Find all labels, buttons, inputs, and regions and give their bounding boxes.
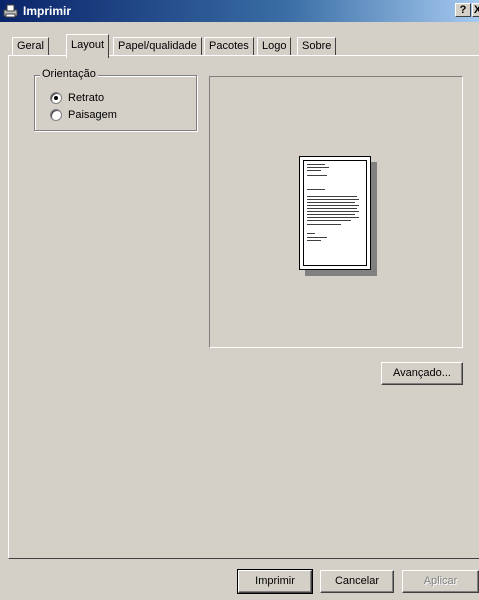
advanced-button[interactable]: Avançado...: [381, 362, 463, 385]
window-title: Imprimir: [23, 4, 72, 18]
print-button[interactable]: Imprimir: [237, 569, 313, 594]
tab-pacotes[interactable]: Pacotes: [204, 37, 254, 56]
radio-button-checked[interactable]: [50, 92, 62, 104]
title-bar[interactable]: Imprimir ? X: [0, 0, 479, 22]
orientation-legend: Orientação: [40, 68, 98, 80]
tab-sobre[interactable]: Sobre: [297, 37, 337, 56]
apply-button[interactable]: Aplicar: [402, 570, 479, 593]
help-button[interactable]: ?: [455, 3, 471, 17]
cancel-button[interactable]: Cancelar: [320, 570, 394, 593]
tab-papel-qualidade[interactable]: Papel/qualidade: [113, 37, 202, 56]
tab-layout[interactable]: Layout: [66, 34, 110, 58]
radio-paisagem[interactable]: Paisagem: [50, 108, 117, 122]
tab-geral[interactable]: Geral: [12, 37, 49, 56]
radio-retrato[interactable]: Retrato: [50, 91, 104, 105]
tab-panel-layout: [8, 55, 479, 559]
close-button[interactable]: X: [472, 3, 479, 17]
radio-button[interactable]: [50, 109, 62, 121]
tab-logo[interactable]: Logo: [257, 37, 292, 56]
radio-paisagem-label: Paisagem: [68, 109, 117, 121]
printer-icon: [3, 4, 18, 18]
tab-strip: Geral Layout Papel/qualidade Pacotes Log…: [0, 22, 479, 58]
radio-retrato-label: Retrato: [68, 92, 105, 104]
